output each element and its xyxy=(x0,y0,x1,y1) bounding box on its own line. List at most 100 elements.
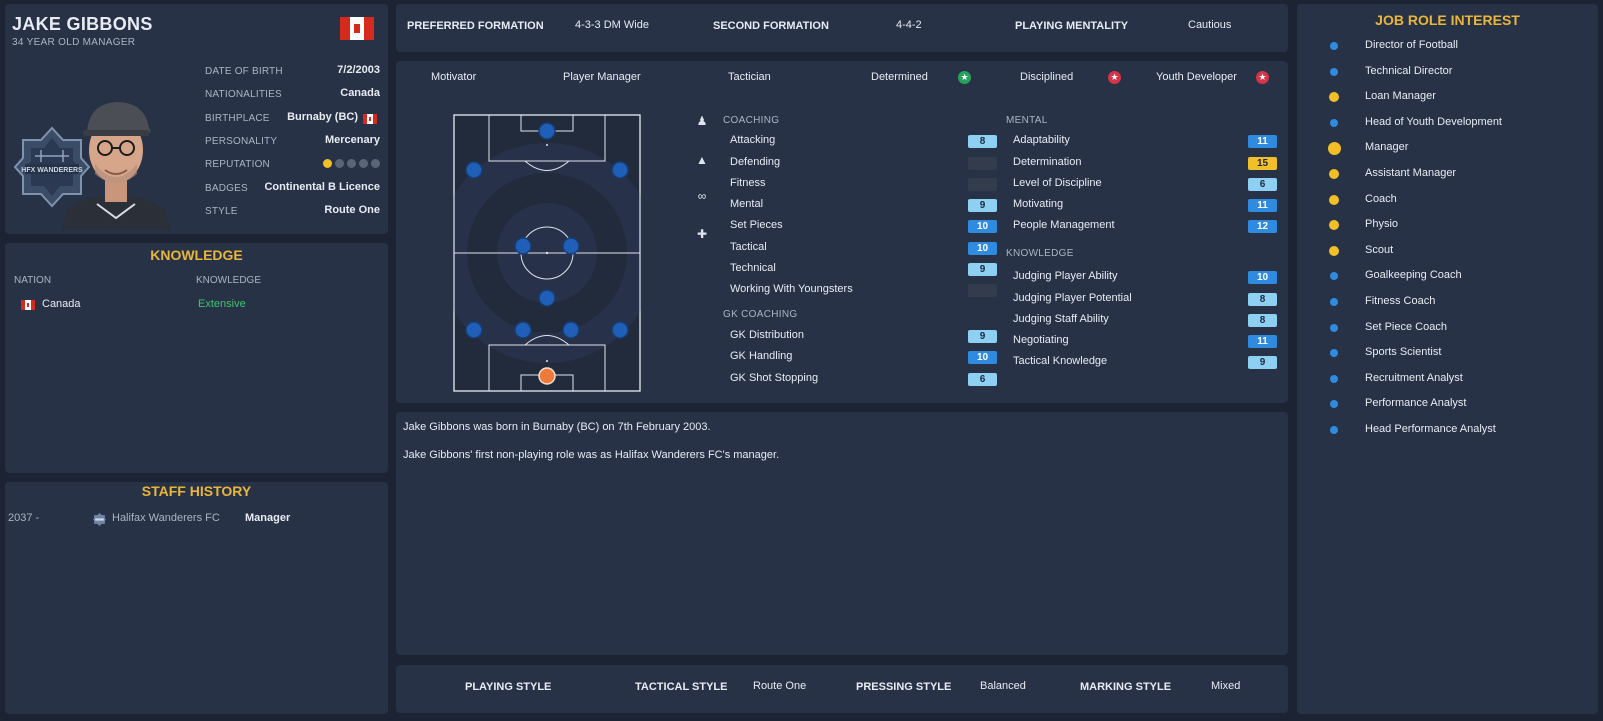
job-role-label[interactable]: Technical Director xyxy=(1365,65,1452,77)
history-role: Manager xyxy=(245,512,291,524)
second-formation-value: 4-4-2 xyxy=(896,19,922,31)
job-role-manager[interactable]: Manager xyxy=(1297,138,1598,159)
detail-reputation: REPUTATION xyxy=(205,155,380,175)
player-position-dot[interactable] xyxy=(538,289,556,307)
player-position-dot[interactable] xyxy=(514,237,532,255)
detail-value[interactable]: Canada xyxy=(340,87,380,99)
knowledge-row[interactable]: Canada Extensive xyxy=(5,293,388,313)
playing-mentality-value: Cautious xyxy=(1188,19,1232,31)
manager-avatar xyxy=(62,102,170,230)
job-role-coach[interactable]: Coach xyxy=(1297,190,1598,211)
job-role-label[interactable]: Set Piece Coach xyxy=(1365,321,1447,333)
interest-indicator-icon xyxy=(1329,92,1339,103)
attr-judging-player-potential[interactable]: Judging Player Potential xyxy=(1013,292,1132,304)
attr-people-management[interactable]: People Management xyxy=(1013,219,1115,231)
history-row[interactable]: 2037 - Halifax Wanderers FC Manager xyxy=(5,510,388,530)
canada-flag-icon xyxy=(340,17,374,40)
job-role-label[interactable]: Head Performance Analyst xyxy=(1365,423,1496,435)
interest-indicator-icon xyxy=(1330,298,1338,306)
job-role-head-performance-analyst[interactable]: Head Performance Analyst xyxy=(1297,420,1598,441)
job-role-label[interactable]: Fitness Coach xyxy=(1365,295,1435,307)
detail-value: 7/2/2003 xyxy=(337,64,380,76)
job-role-head-of-youth-development[interactable]: Head of Youth Development xyxy=(1297,113,1598,134)
job-role-label[interactable]: Coach xyxy=(1365,193,1397,205)
job-role-sports-scientist[interactable]: Sports Scientist xyxy=(1297,343,1598,364)
job-role-label[interactable]: Assistant Manager xyxy=(1365,167,1456,179)
nation-column-header[interactable]: NATION xyxy=(14,275,51,286)
attr-attacking[interactable]: Attacking xyxy=(730,134,775,146)
attr-motivating-value: 11 xyxy=(1248,199,1277,212)
job-role-label[interactable]: Manager xyxy=(1365,141,1408,153)
star-icon: ★ xyxy=(958,71,971,84)
attr-level-of-discipline[interactable]: Level of Discipline xyxy=(1013,177,1102,189)
job-role-label[interactable]: Loan Manager xyxy=(1365,90,1436,102)
attr-working-with-youngsters[interactable]: Working With Youngsters xyxy=(730,283,853,295)
job-role-label[interactable]: Sports Scientist xyxy=(1365,346,1441,358)
job-role-label[interactable]: Physio xyxy=(1365,218,1398,230)
star-icon: ★ xyxy=(1256,71,1269,84)
job-role-goalkeeping-coach[interactable]: Goalkeeping Coach xyxy=(1297,266,1598,287)
knowledge-nation[interactable]: Canada xyxy=(42,298,81,310)
trait-disciplined: Disciplined xyxy=(1020,71,1074,83)
interest-indicator-icon xyxy=(1330,67,1338,76)
formation-pitch[interactable] xyxy=(453,114,643,394)
preferred-formation-label: PREFERRED FORMATION xyxy=(407,20,544,32)
attr-negotiating[interactable]: Negotiating xyxy=(1013,334,1069,346)
detail-birthplace: BIRTHPLACE Burnaby (BC) xyxy=(205,109,380,129)
player-position-dot[interactable] xyxy=(562,321,580,339)
job-role-physio[interactable]: Physio xyxy=(1297,215,1598,236)
attr-tactical-knowledge[interactable]: Tactical Knowledge xyxy=(1013,355,1107,367)
player-position-dot[interactable] xyxy=(611,161,629,179)
attr-adaptability[interactable]: Adaptability xyxy=(1013,134,1070,146)
attr-defending-value: 5 xyxy=(968,157,997,170)
player-position-dot[interactable] xyxy=(562,237,580,255)
attr-attacking-value: 8 xyxy=(968,135,997,148)
attr-mental[interactable]: Mental xyxy=(730,198,763,210)
attr-gk-shot-stopping[interactable]: GK Shot Stopping xyxy=(730,372,818,384)
attr-defending[interactable]: Defending xyxy=(730,156,780,168)
job-role-label[interactable]: Director of Football xyxy=(1365,39,1458,51)
interest-indicator-icon xyxy=(1330,323,1338,332)
pressing-style-label: PRESSING STYLE xyxy=(856,681,952,693)
job-role-fitness-coach[interactable]: Fitness Coach xyxy=(1297,292,1598,313)
player-position-dot[interactable] xyxy=(538,122,556,140)
attr-motivating[interactable]: Motivating xyxy=(1013,198,1063,210)
detail-value[interactable]: Burnaby (BC) xyxy=(287,111,358,123)
job-role-performance-analyst[interactable]: Performance Analyst xyxy=(1297,394,1598,415)
attr-tactical[interactable]: Tactical xyxy=(730,241,767,253)
job-role-loan-manager[interactable]: Loan Manager xyxy=(1297,87,1598,108)
job-role-label[interactable]: Recruitment Analyst xyxy=(1365,372,1463,384)
job-role-label[interactable]: Performance Analyst xyxy=(1365,397,1467,409)
attr-tactical-knowledge-value: 9 xyxy=(1248,356,1277,369)
job-role-director-of-football[interactable]: Director of Football xyxy=(1297,36,1598,57)
history-club[interactable]: Halifax Wanderers FC xyxy=(112,512,220,524)
job-role-label[interactable]: Goalkeeping Coach xyxy=(1365,269,1462,281)
attr-judging-staff-ability[interactable]: Judging Staff Ability xyxy=(1013,313,1109,325)
trait-youth-developer: Youth Developer xyxy=(1156,71,1237,83)
job-role-label[interactable]: Scout xyxy=(1365,244,1393,256)
attr-set-pieces[interactable]: Set Pieces xyxy=(730,219,783,231)
player-position-dot[interactable] xyxy=(465,321,483,339)
playing-style-label: PLAYING STYLE xyxy=(465,681,552,693)
attr-gk-handling[interactable]: GK Handling xyxy=(730,350,792,362)
job-role-set-piece-coach[interactable]: Set Piece Coach xyxy=(1297,318,1598,339)
goalkeeper-position-dot[interactable] xyxy=(538,367,556,385)
job-role-interest-panel: JOB ROLE INTEREST Director of Football Te… xyxy=(1297,4,1598,714)
player-position-dot[interactable] xyxy=(514,321,532,339)
job-role-assistant-manager[interactable]: Assistant Manager xyxy=(1297,164,1598,185)
history-years: 2037 - xyxy=(8,512,40,524)
tactics-icon: ▲ xyxy=(696,153,708,167)
attr-fitness[interactable]: Fitness xyxy=(730,177,765,189)
attr-determination[interactable]: Determination xyxy=(1013,156,1081,168)
attr-gk-distribution[interactable]: GK Distribution xyxy=(730,329,804,341)
attr-technical[interactable]: Technical xyxy=(730,262,776,274)
job-role-label[interactable]: Head of Youth Development xyxy=(1365,116,1502,128)
job-role-technical-director[interactable]: Technical Director xyxy=(1297,62,1598,83)
detail-value[interactable]: Continental B Licence xyxy=(264,181,380,193)
attr-judging-player-ability[interactable]: Judging Player Ability xyxy=(1013,270,1118,282)
job-role-scout[interactable]: Scout xyxy=(1297,241,1598,262)
knowledge-column-header[interactable]: KNOWLEDGE xyxy=(196,275,261,286)
player-position-dot[interactable] xyxy=(465,161,483,179)
job-role-recruitment-analyst[interactable]: Recruitment Analyst xyxy=(1297,369,1598,390)
player-position-dot[interactable] xyxy=(611,321,629,339)
